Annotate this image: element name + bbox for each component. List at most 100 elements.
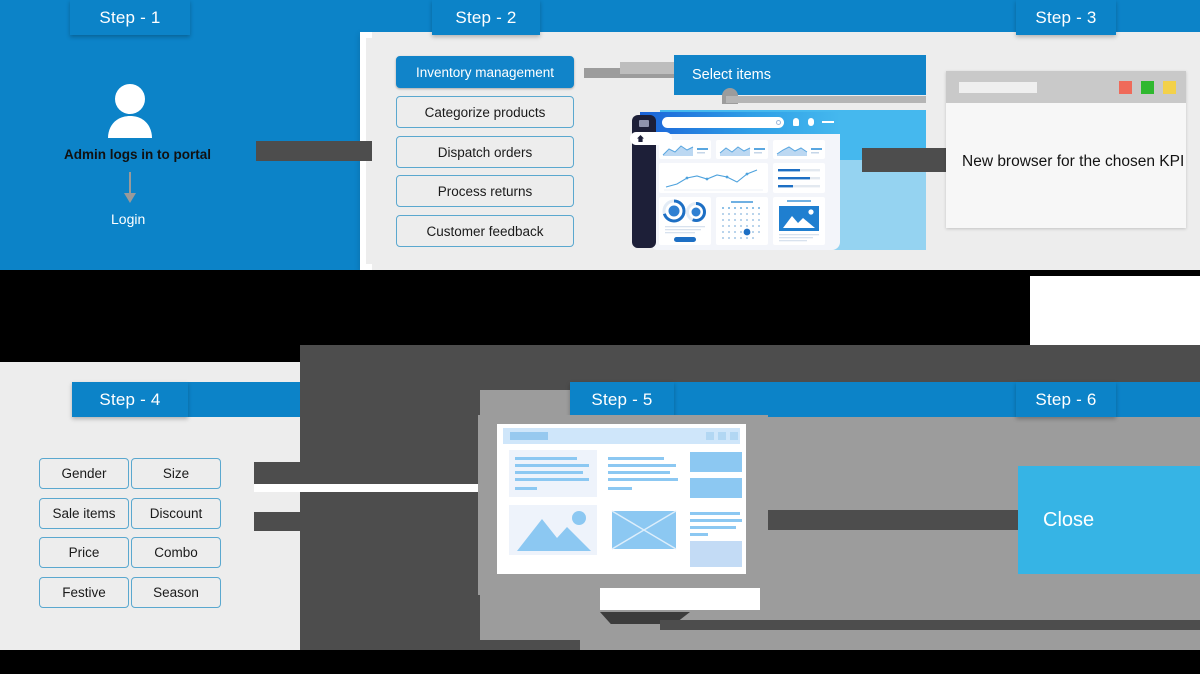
step-5-tab[interactable]: Step - 5 xyxy=(570,382,674,417)
filter-button-gender[interactable]: Gender xyxy=(39,458,129,489)
step-1-panel-background xyxy=(0,0,360,270)
step-1-login-label: Login xyxy=(111,211,146,227)
connector-step4-step5-lower xyxy=(254,512,480,531)
filter-button-sale-items[interactable]: Sale items xyxy=(39,498,129,529)
filter-label: Gender xyxy=(61,466,107,481)
filter-label: Discount xyxy=(149,506,203,521)
wireframe-sidebar-card xyxy=(690,452,742,472)
filter-button-price[interactable]: Price xyxy=(39,537,129,568)
filter-button-season[interactable]: Season xyxy=(131,577,221,608)
wireframe-window-dot xyxy=(730,432,738,440)
filter-label: Season xyxy=(153,585,199,600)
browser-dot-yellow[interactable] xyxy=(1163,80,1176,94)
browser-dot-red[interactable] xyxy=(1119,80,1132,94)
dashboard-line-chart-card xyxy=(659,163,768,193)
step-4-label: Step - 4 xyxy=(99,389,161,409)
flow-diagram-canvas: Step - 1 Step - 2 Step - 3 Admin logs in… xyxy=(0,0,1200,674)
menu-item-categorize-products[interactable]: Categorize products xyxy=(396,96,574,128)
browser-window-controls xyxy=(1119,80,1176,94)
browser-titlebar xyxy=(946,71,1186,103)
wireframe-sidebar-card xyxy=(690,478,742,498)
connector-step1-step2 xyxy=(256,141,372,161)
kpi-browser-window: New browser for the chosen KPI xyxy=(946,71,1186,228)
wireframe-text-line xyxy=(608,478,678,481)
bottom-dark-wedge xyxy=(660,620,1200,630)
filter-label: Price xyxy=(68,545,100,560)
dashboard-search-field[interactable] xyxy=(662,117,784,128)
wireframe-text-line xyxy=(515,471,583,474)
dashboard-progress-card xyxy=(773,163,825,193)
menu-icon[interactable] xyxy=(639,120,649,127)
step-4-tab[interactable]: Step - 4 xyxy=(72,382,188,417)
step-2-tab[interactable]: Step - 2 xyxy=(432,0,540,35)
wireframe-window-dot xyxy=(706,432,714,440)
wireframe-text-line xyxy=(515,487,537,490)
filter-button-size[interactable]: Size xyxy=(131,458,221,489)
browser-dot-green[interactable] xyxy=(1141,80,1154,94)
browser-content-text: New browser for the chosen KPI xyxy=(962,153,1185,170)
image-placeholder-icon xyxy=(517,511,591,551)
bell-icon xyxy=(793,118,799,126)
dashboard-kpi-card xyxy=(773,140,825,159)
user-avatar-icon xyxy=(105,83,155,138)
close-button[interactable]: Close xyxy=(1018,466,1200,574)
filter-button-festive[interactable]: Festive xyxy=(39,577,129,608)
menu-item-dispatch-orders[interactable]: Dispatch orders xyxy=(396,136,574,168)
menu-item-customer-feedback[interactable]: Customer feedback xyxy=(396,215,574,247)
connector-step4-step5-upper xyxy=(254,462,480,484)
wireframe-image-placeholder xyxy=(509,505,597,555)
dashboard-donut-card xyxy=(659,197,711,245)
filter-button-combo[interactable]: Combo xyxy=(131,537,221,568)
step-2-label: Step - 2 xyxy=(455,7,517,27)
step-5-label: Step - 5 xyxy=(591,389,653,409)
filter-button-discount[interactable]: Discount xyxy=(131,498,221,529)
browser-content-area: New browser for the chosen KPI xyxy=(946,103,1186,228)
menu-item-label: Inventory management xyxy=(415,64,555,80)
select-items-label: Select items xyxy=(692,67,771,83)
menu-item-label: Process returns xyxy=(437,183,533,199)
filter-label: Festive xyxy=(62,585,106,600)
search-icon xyxy=(776,120,781,125)
arrow-down-icon xyxy=(122,172,138,204)
close-button-label: Close xyxy=(1043,508,1095,531)
bottom-divider-band xyxy=(0,650,1200,674)
home-icon xyxy=(637,135,644,142)
connector-banner-to-dashboard xyxy=(726,96,926,103)
analytics-dashboard-illustration: ● ◉ ▬ ◆ ✿ ▮ xyxy=(628,112,840,250)
wireframe-text-line xyxy=(690,519,742,522)
wireframe-text-line xyxy=(515,457,577,460)
browser-address-bar[interactable] xyxy=(959,81,1037,93)
middle-divider-band-gap xyxy=(0,345,300,362)
profile-icon xyxy=(808,118,814,126)
connector-menu-to-banner-stub xyxy=(620,62,678,74)
middle-divider-band-right xyxy=(0,270,1200,276)
menu-item-label: Dispatch orders xyxy=(437,144,533,160)
connector-step2-step3 xyxy=(862,148,952,172)
monitor-base-plate xyxy=(600,588,760,610)
connector-step5-step6 xyxy=(768,510,1020,530)
filter-label: Sale items xyxy=(52,506,116,521)
wireframe-text-line xyxy=(690,526,736,529)
filter-label: Size xyxy=(162,466,190,481)
dashboard-image-card xyxy=(773,197,825,245)
wireframe-text-line xyxy=(690,512,740,515)
step-3-tab[interactable]: Step - 3 xyxy=(1016,0,1116,35)
wireframe-text-line xyxy=(690,533,708,536)
step-1-tab[interactable]: Step - 1 xyxy=(70,0,190,35)
menu-item-inventory-management[interactable]: Inventory management xyxy=(396,56,574,88)
dashboard-kpi-card xyxy=(716,140,768,159)
step-6-tab[interactable]: Step - 6 xyxy=(1016,382,1116,417)
more-icon xyxy=(822,121,834,123)
wireframe-photo-placeholder xyxy=(604,505,686,555)
menu-item-label: Categorize products xyxy=(424,104,546,120)
wireframe-text-line xyxy=(608,457,664,460)
wireframe-text-line xyxy=(608,487,632,490)
wireframe-window-dot xyxy=(718,432,726,440)
connector-step4-step5-gap xyxy=(254,484,480,492)
menu-item-process-returns[interactable]: Process returns xyxy=(396,175,574,207)
select-items-banner[interactable]: Select items xyxy=(674,55,926,95)
menu-item-label: Customer feedback xyxy=(426,223,544,239)
photo-cross-icon xyxy=(611,510,677,550)
step-3-label: Step - 3 xyxy=(1035,7,1097,27)
step-1-caption: Admin logs in to portal xyxy=(64,147,211,162)
